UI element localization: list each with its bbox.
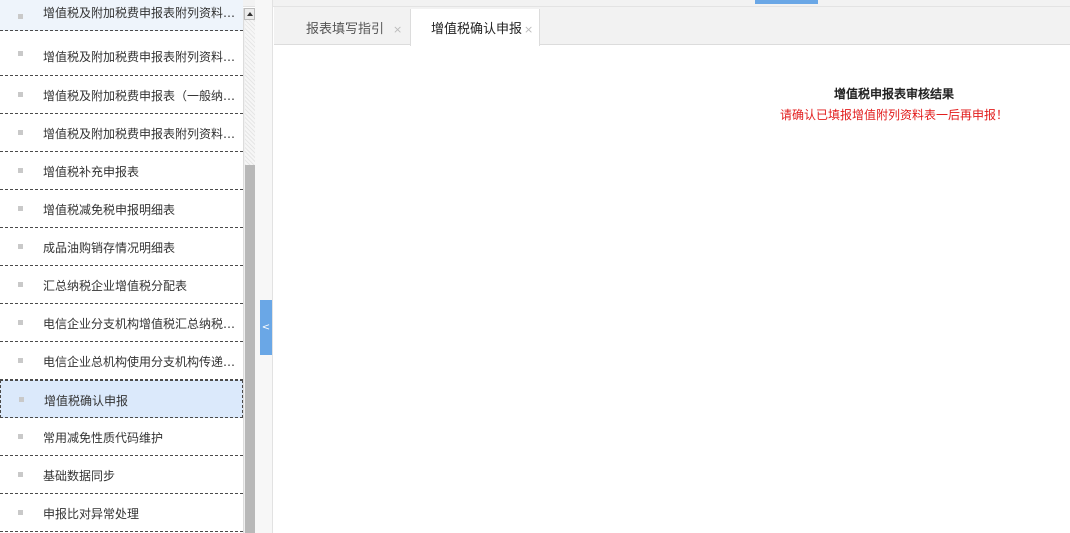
bullet-icon [18,51,23,56]
sidebar-item[interactable]: 增值税及附加税费申报表附列资料（五） [0,114,243,152]
result-title: 增值税申报表审核结果 [834,87,955,101]
bullet-icon [18,358,23,363]
sidebar-item-label: 增值税补充申报表 [43,165,140,179]
bullet-icon [18,472,23,477]
sidebar-item-label: 增值税及附加税费申报表附列资料（一） [43,6,239,20]
sidebar-item[interactable]: 电信企业总机构使用分支机构传递单情... [0,342,243,380]
sidebar-item[interactable]: 电信企业分支机构增值税汇总纳税信息... [0,304,243,342]
sidebar-item[interactable]: 增值税减免税申报明细表 [0,190,243,228]
sidebar-item[interactable]: 增值税及附加税费申报表附列资料（一） [0,0,243,31]
sidebar-item[interactable]: 成品油购销存情况明细表 [0,228,243,266]
bullet-icon [18,92,23,97]
bullet-icon [18,168,23,173]
sidebar-item[interactable]: 常用减免性质代码维护 [0,418,243,456]
bullet-icon [18,130,23,135]
bullet-icon [18,282,23,287]
sidebar-item-label: 成品油购销存情况明细表 [43,241,176,255]
sidebar-item-active[interactable]: 增值税确认申报 [0,380,243,418]
sidebar-item-label: 增值税及附加税费申报表附列资料（五） [43,127,239,141]
sidebar-item[interactable]: 增值税补充申报表 [0,152,243,190]
bullet-icon [19,397,24,402]
bullet-icon [18,206,23,211]
scroll-thumb[interactable] [245,165,255,533]
top-accent-tab[interactable] [755,0,818,4]
content-area: 增值税申报表审核结果 请确认已填报增值附列资料表一后再申报！ [274,46,1070,533]
bullet-icon [18,510,23,515]
close-icon[interactable]: × [393,23,402,36]
bullet-icon [18,244,23,249]
tab-label: 报表填写指引 [306,22,385,37]
bullet-icon [18,434,23,439]
sidebar-item[interactable]: 基础数据同步 [0,456,243,494]
bullet-icon [18,320,23,325]
collapse-sidebar-button[interactable]: < [260,300,272,355]
sidebar-item-label: 增值税及附加税费申报表（一般纳税人... [43,89,239,103]
sidebar-item[interactable]: 申报比对异常处理 [0,494,243,532]
main-panel: 报表填写指引 × 增值税确认申报 × 增值税申报表审核结果 请确认已填报增值附列… [274,7,1070,533]
sidebar-scrollbar[interactable] [243,8,255,533]
tab-label: 增值税确认申报 [431,22,523,37]
sidebar-menu: 增值税及附加税费申报表附列资料（一） 增值税及附加税费申报表附列资料（四） 增值… [0,0,243,533]
close-icon[interactable]: × [524,23,533,36]
warning-message: 请确认已填报增值附列资料表一后再申报！ [780,108,1009,122]
sidebar-item-label: 电信企业总机构使用分支机构传递单情... [43,355,239,369]
sidebar-item-label: 增值税减免税申报明细表 [43,203,176,217]
scroll-up-arrow-icon[interactable] [244,8,255,20]
sidebar-item[interactable]: 增值税及附加税费申报表附列资料（四） [0,31,243,76]
panel-splitter[interactable] [255,0,273,533]
bullet-icon [18,14,23,19]
sidebar-item-label: 增值税及附加税费申报表附列资料（四） [43,50,239,64]
sidebar-item-label: 电信企业分支机构增值税汇总纳税信息... [43,317,239,331]
sidebar-item-label: 基础数据同步 [43,469,116,483]
sidebar-item[interactable]: 汇总纳税企业增值税分配表 [0,266,243,304]
tab-report-guide[interactable]: 报表填写指引 × [274,9,409,46]
sidebar-item-label: 常用减免性质代码维护 [43,431,164,445]
scroll-track[interactable] [245,20,255,165]
sidebar-item-label: 汇总纳税企业增值税分配表 [43,279,188,293]
sidebar-item-label: 申报比对异常处理 [43,507,140,521]
tab-bar: 报表填写指引 × 增值税确认申报 × [274,7,1070,46]
sidebar-item-label: 增值税确认申报 [44,394,129,408]
sidebar-item[interactable]: 增值税及附加税费申报表（一般纳税人... [0,76,243,114]
tab-vat-confirm[interactable]: 增值税确认申报 × [410,9,540,46]
